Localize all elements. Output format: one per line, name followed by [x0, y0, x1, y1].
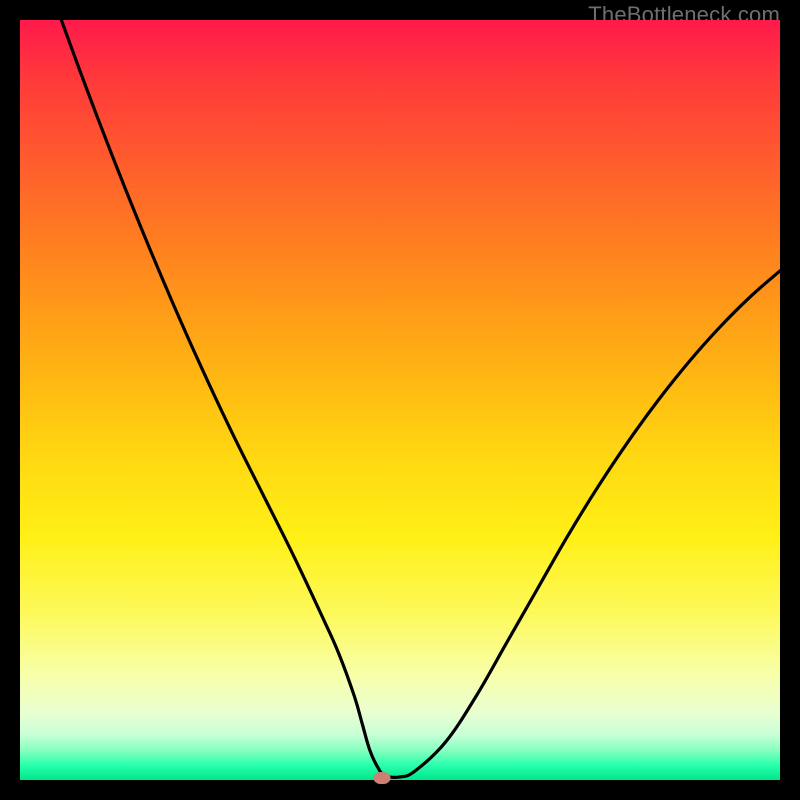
- bottleneck-curve: [20, 20, 780, 780]
- minimum-marker: [373, 772, 390, 784]
- chart-frame: TheBottleneck.com: [0, 0, 800, 800]
- plot-area: [20, 20, 780, 780]
